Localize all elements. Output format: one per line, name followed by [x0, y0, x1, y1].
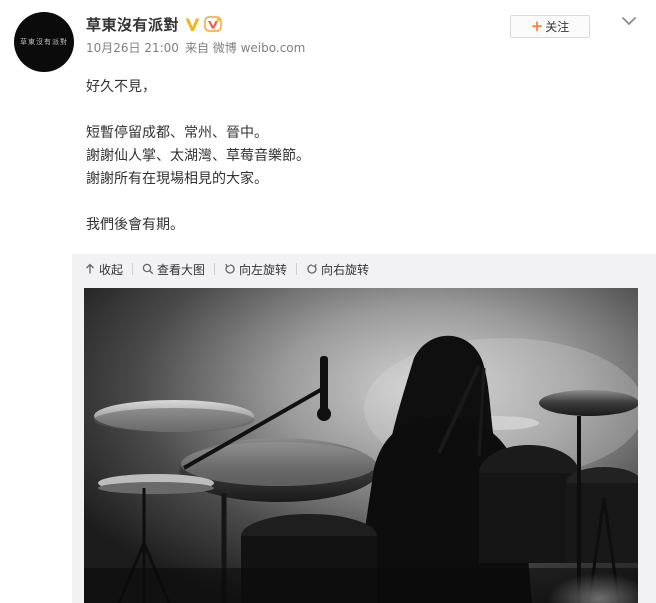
post-line: 我們後會有期。: [86, 217, 184, 233]
username[interactable]: 草東沒有派對: [86, 14, 179, 35]
post-source[interactable]: 微博 weibo.com: [213, 41, 306, 55]
post-text: 好久不見， 短暫停留成都、常州、晉中。 謝謝仙人掌、太湖灣、草莓音樂節。 謝謝所…: [86, 76, 310, 237]
post-line: 謝謝所有在現場相見的大家。: [86, 171, 268, 187]
verified-v-icon: [185, 18, 200, 31]
post-line: 謝謝仙人掌、太湖灣、草莓音樂節。: [86, 148, 310, 164]
rotate-right-icon: [307, 263, 317, 274]
drummer-photo-image: [84, 288, 638, 603]
view-large-button[interactable]: 查看大图: [142, 261, 205, 278]
search-icon: [142, 263, 154, 275]
member-badge-icon: [204, 16, 222, 32]
post-time[interactable]: 10月26日 21:00: [86, 41, 179, 55]
follow-label: 关注: [545, 20, 570, 34]
chevron-down-icon[interactable]: [620, 14, 638, 28]
rotate-left-label: 向左旋转: [239, 262, 288, 277]
arrow-up-icon: [86, 263, 94, 274]
collapse-button[interactable]: 收起: [84, 261, 123, 278]
post-meta: 10月26日 21:00 来自 微博 weibo.com: [86, 39, 656, 56]
rotate-left-icon: [225, 263, 235, 274]
divider: [214, 263, 216, 275]
follow-button[interactable]: + 关注: [510, 15, 590, 38]
rotate-right-button[interactable]: 向右旋转: [306, 261, 369, 278]
rotate-left-button[interactable]: 向左旋转: [224, 261, 287, 278]
avatar-text: 草東沒有派對: [20, 38, 68, 46]
divider: [132, 263, 134, 275]
view-large-label: 查看大图: [157, 262, 206, 277]
rotate-right-label: 向右旋转: [321, 262, 370, 277]
plus-icon: +: [530, 17, 544, 35]
post-line: 短暫停留成都、常州、晉中。: [86, 125, 268, 141]
avatar[interactable]: 草東沒有派對: [14, 12, 74, 72]
source-prefix: 来自: [184, 41, 209, 55]
post-photo[interactable]: [84, 288, 638, 603]
divider: [296, 263, 298, 275]
post-line: 好久不見，: [86, 79, 156, 95]
collapse-label: 收起: [99, 262, 124, 277]
media-toolbar: 收起 查看大图 向左旋转 向右旋转: [84, 259, 369, 279]
